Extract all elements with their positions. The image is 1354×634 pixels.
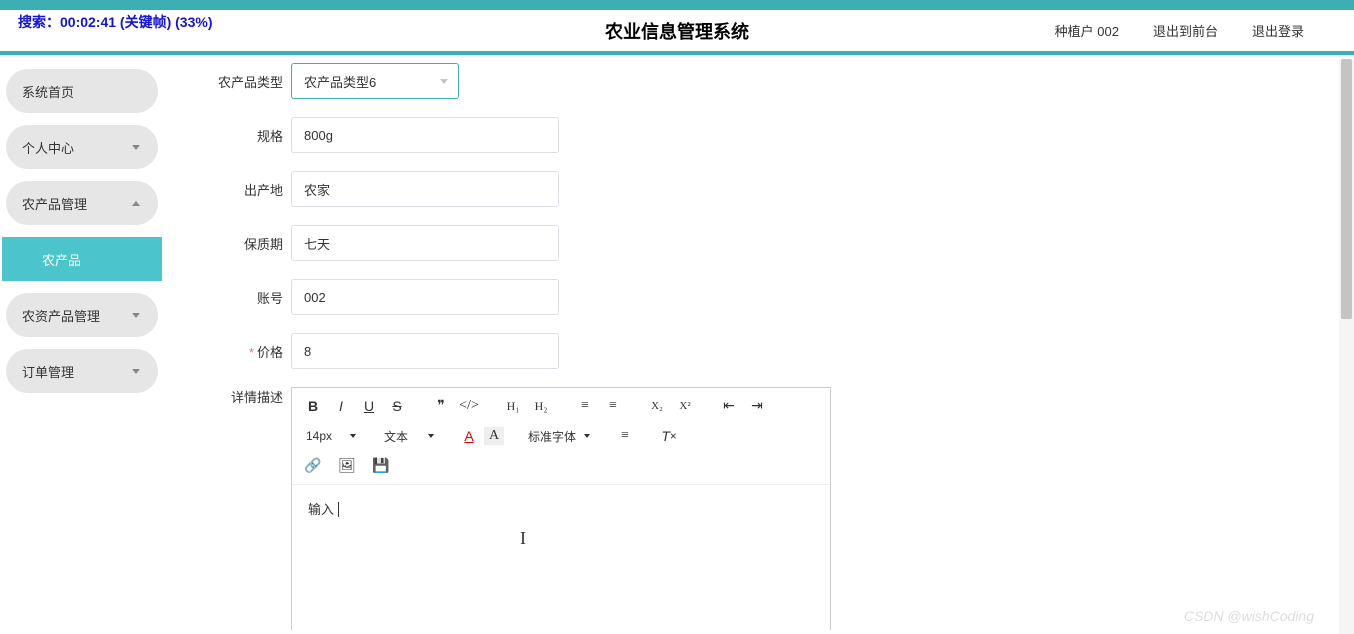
sidebar-item-label: 农产品 — [42, 250, 81, 269]
vertical-scrollbar[interactable] — [1339, 59, 1354, 634]
outdent-icon[interactable]: ⇤ — [716, 394, 742, 418]
sidebar-item-product-mgmt[interactable]: 农产品管理 — [6, 181, 158, 225]
label-origin: 出产地 — [205, 180, 283, 199]
sidebar-item-profile[interactable]: 个人中心 — [6, 125, 158, 169]
rich-text-editor: B I U S ❞ </> H₁ H₂ ≡ ≡ X₂ X² — [291, 387, 831, 630]
chevron-down-icon — [132, 145, 140, 150]
sidebar-item-label: 农资产品管理 — [22, 306, 100, 325]
sidebar-item-label: 个人中心 — [22, 138, 74, 157]
sidebar: 系统首页 个人中心 农产品管理 农产品 农资产品管理 订单管理 — [0, 55, 165, 630]
italic-icon[interactable]: I — [328, 394, 354, 418]
label-product-type: 农产品类型 — [205, 72, 283, 91]
page-title: 农业信息管理系统 — [605, 18, 749, 44]
sidebar-item-order-mgmt[interactable]: 订单管理 — [6, 349, 158, 393]
link-icon[interactable]: 🔗 — [300, 454, 326, 478]
chevron-down-icon — [132, 369, 140, 374]
form-row-shelf-life: 保质期 — [205, 225, 1334, 261]
subscript-icon[interactable]: X₂ — [644, 394, 670, 418]
font-family-select[interactable]: 标准字体 — [522, 424, 594, 448]
sidebar-item-home[interactable]: 系统首页 — [6, 69, 158, 113]
format-select[interactable]: 文本 — [378, 424, 438, 448]
exit-front-link[interactable]: 退出到前台 — [1153, 21, 1218, 40]
label-price: *价格 — [205, 342, 283, 361]
sidebar-item-supply-mgmt[interactable]: 农资产品管理 — [6, 293, 158, 337]
chevron-down-icon — [132, 313, 140, 318]
chevron-down-icon — [440, 79, 448, 84]
superscript-icon[interactable]: X² — [672, 394, 698, 418]
unordered-list-icon[interactable]: ≡ — [600, 394, 626, 418]
main-content: 农产品类型 农产品类型6 规格 出产地 保质期 账号 *价格 详 — [165, 55, 1354, 630]
quote-icon[interactable]: ❞ — [428, 394, 454, 418]
underline-icon[interactable]: U — [356, 394, 382, 418]
bg-color-icon[interactable]: A — [484, 427, 504, 445]
logout-link[interactable]: 退出登录 — [1252, 21, 1304, 40]
editor-content[interactable]: 输入 — [292, 485, 830, 630]
form-row-product-type: 农产品类型 农产品类型6 — [205, 63, 1334, 99]
editor-toolbar: B I U S ❞ </> H₁ H₂ ≡ ≡ X₂ X² — [292, 388, 830, 485]
code-icon[interactable]: </> — [456, 394, 482, 418]
sidebar-item-product[interactable]: 农产品 — [2, 237, 162, 281]
input-shelf-life[interactable] — [291, 225, 559, 261]
sidebar-item-label: 订单管理 — [22, 362, 74, 381]
label-spec: 规格 — [205, 126, 283, 145]
label-account: 账号 — [205, 288, 283, 307]
select-value: 农产品类型6 — [304, 72, 376, 91]
form-row-spec: 规格 — [205, 117, 1334, 153]
font-size-select[interactable]: 14px — [300, 424, 360, 448]
form-row-description: 详情描述 B I U S ❞ </> H₁ H₂ ≡ ≡ X — [205, 387, 1334, 630]
label-description: 详情描述 — [205, 387, 283, 406]
input-account[interactable] — [291, 279, 559, 315]
align-icon[interactable]: ≡ — [612, 424, 638, 448]
select-product-type[interactable]: 农产品类型6 — [291, 63, 459, 99]
header-right: 种植户 002 退出到前台 退出登录 — [1055, 21, 1354, 40]
h1-icon[interactable]: H₁ — [500, 394, 526, 418]
scrollbar-thumb[interactable] — [1341, 59, 1352, 319]
strike-icon[interactable]: S — [384, 394, 410, 418]
image-icon[interactable]: 🖼 — [334, 454, 360, 478]
input-spec[interactable] — [291, 117, 559, 153]
indent-icon[interactable]: ⇥ — [744, 394, 770, 418]
bold-icon[interactable]: B — [300, 394, 326, 418]
label-shelf-life: 保质期 — [205, 234, 283, 253]
form-row-account: 账号 — [205, 279, 1334, 315]
text-caret — [334, 502, 339, 517]
form-row-price: *价格 — [205, 333, 1334, 369]
sidebar-item-label: 农产品管理 — [22, 194, 87, 213]
top-accent-bar — [0, 0, 1354, 10]
save-icon[interactable]: 💾 — [368, 454, 394, 478]
ordered-list-icon[interactable]: ≡ — [572, 394, 598, 418]
sidebar-item-label: 系统首页 — [22, 82, 74, 101]
chevron-up-icon — [132, 201, 140, 206]
input-origin[interactable] — [291, 171, 559, 207]
h2-icon[interactable]: H₂ — [528, 394, 554, 418]
text-cursor-icon: І — [520, 528, 526, 549]
input-price[interactable] — [291, 333, 559, 369]
search-timer-badge: 搜索：00:02:41 (关键帧) (33%) — [18, 12, 213, 32]
form-row-origin: 出产地 — [205, 171, 1334, 207]
clear-format-icon[interactable]: T× — [656, 424, 682, 448]
text-color-icon[interactable]: A — [456, 424, 482, 448]
user-label[interactable]: 种植户 002 — [1055, 21, 1119, 40]
watermark: CSDN @wishCoding — [1184, 608, 1314, 624]
